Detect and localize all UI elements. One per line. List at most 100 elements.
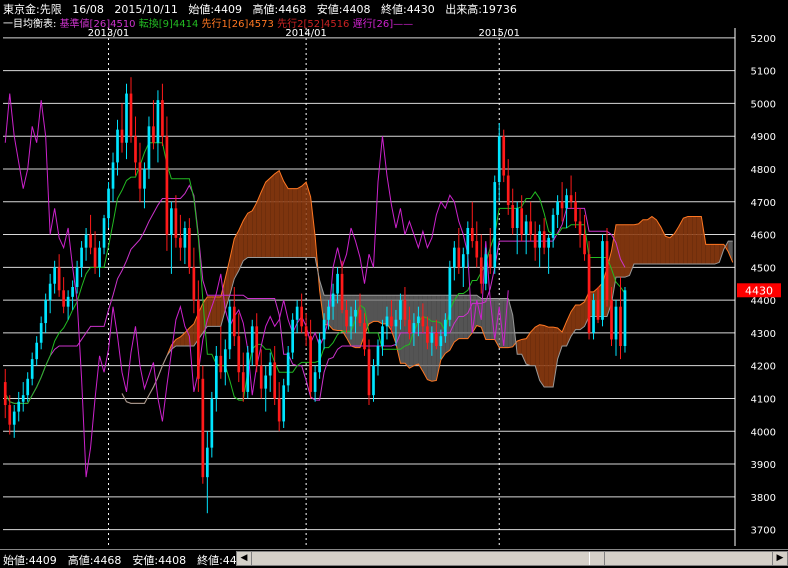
tick-label-4300: 4300 [751,329,776,340]
candle-up [246,352,250,392]
scroll-left-icon[interactable]: ◀ [237,552,252,565]
scroll-thumb[interactable] [589,552,605,565]
candle-down [502,136,506,176]
cloud-segment [279,170,284,258]
candle-up [461,254,465,268]
last-price-marker: 4430 [737,283,781,298]
candle-up [349,316,353,327]
candle-down [520,208,524,235]
status-ohlc: 始値:4409 高値:4468 安値:4408 終値:4430 [3,554,251,567]
cloud-segment [207,296,212,327]
candle-down [529,221,533,235]
cloud-segment [620,224,625,278]
tick-label-5200: 5200 [751,34,776,45]
cloud-segment [292,188,298,258]
candle-up [84,234,88,248]
cloud-segment [575,305,581,330]
candle-up [439,336,443,347]
candle-up [39,323,43,343]
candle-up [614,306,618,340]
candle-up [17,401,21,412]
candle-down [619,306,622,347]
candle-up [12,411,16,425]
date-label: 2015/01 [478,28,520,39]
candle-up [214,355,218,399]
candle-up [601,241,604,320]
candle-up [623,290,627,347]
cloud-segment [539,324,545,387]
legend-span2-value: 4516 [323,19,350,30]
candle-up [322,319,326,340]
candle-up [448,267,452,320]
cloud-segment [377,295,383,324]
candle-down [533,234,537,248]
candle-up [210,398,214,448]
candle-up [412,323,416,333]
cloud-segment [714,244,720,265]
legend-span1-label: 先行1[26] [201,19,249,30]
candle-down [408,319,411,333]
candle-up [286,352,290,386]
tick-label-5000: 5000 [751,99,776,110]
horizontal-scrollbar[interactable]: ◀ ▶ [236,551,788,566]
candle-up [524,221,528,235]
candle-down [560,201,564,209]
candle-up [102,218,106,248]
candle-down [219,355,223,373]
candle-up [66,296,70,307]
candle-down [457,247,461,268]
scroll-right-icon[interactable]: ▶ [772,552,787,565]
tick-label-4200: 4200 [751,362,776,373]
legend-span1-value: 4573 [248,19,274,30]
legend-base-label: 基準値[26] [59,19,111,30]
candle-up [125,93,128,143]
candle-down [93,247,97,268]
candle-down [587,254,591,333]
candle-down [390,316,393,327]
cloud-segment [705,244,711,265]
candle-down [174,208,178,238]
cloud-segment [530,327,536,366]
ichimoku-chart[interactable]: 3700 3800 3900 4000 4100 4200 4300 4400 4500 4600… [0,0,788,549]
candle-down [470,227,474,242]
candle-down [488,254,492,268]
tick-label-4800: 4800 [751,165,776,176]
tick-label-4700: 4700 [751,198,776,209]
candle-up [331,293,335,307]
cloud-segment [485,298,491,340]
candle-up [291,319,295,353]
indicator-legend: 一目均衡表: 基準値[26]4510 転換[9]4414 先行1[26]4573… [3,15,413,30]
candle-up [75,267,79,287]
candle-up [547,237,550,248]
candle-down [574,201,577,222]
candle-down [578,221,582,235]
candle-down [605,241,609,301]
candle-up [183,227,187,248]
candle-down [259,365,263,389]
legend-title: 一目均衡表: [3,19,57,30]
cloud-segment [463,295,468,339]
candle-down [273,362,277,399]
candle-up [466,227,470,255]
candle-up [484,254,488,284]
cloud-segment [544,325,549,387]
legend-lag-line: —— [393,19,414,30]
candle-down [232,306,236,337]
cloud-segment [288,188,293,258]
candle-down [201,378,205,478]
tick-label-4100: 4100 [751,394,776,405]
candle-down [426,326,429,343]
candle-down [237,336,241,373]
last-price-label: 4430 [745,284,773,297]
legend-span2-label: 先行2[52] [277,19,324,30]
candle-up [372,365,375,396]
legend-lag-label: 遅行[26] [352,19,394,30]
cloud-segment [692,216,697,265]
volume-label: 出来高: [445,3,482,16]
candle-up [327,306,330,320]
candle-up [354,309,357,317]
candle-up [515,208,519,228]
tick-label-4400: 4400 [751,296,776,307]
candle-down [569,195,573,202]
cloud-segment [517,339,522,355]
